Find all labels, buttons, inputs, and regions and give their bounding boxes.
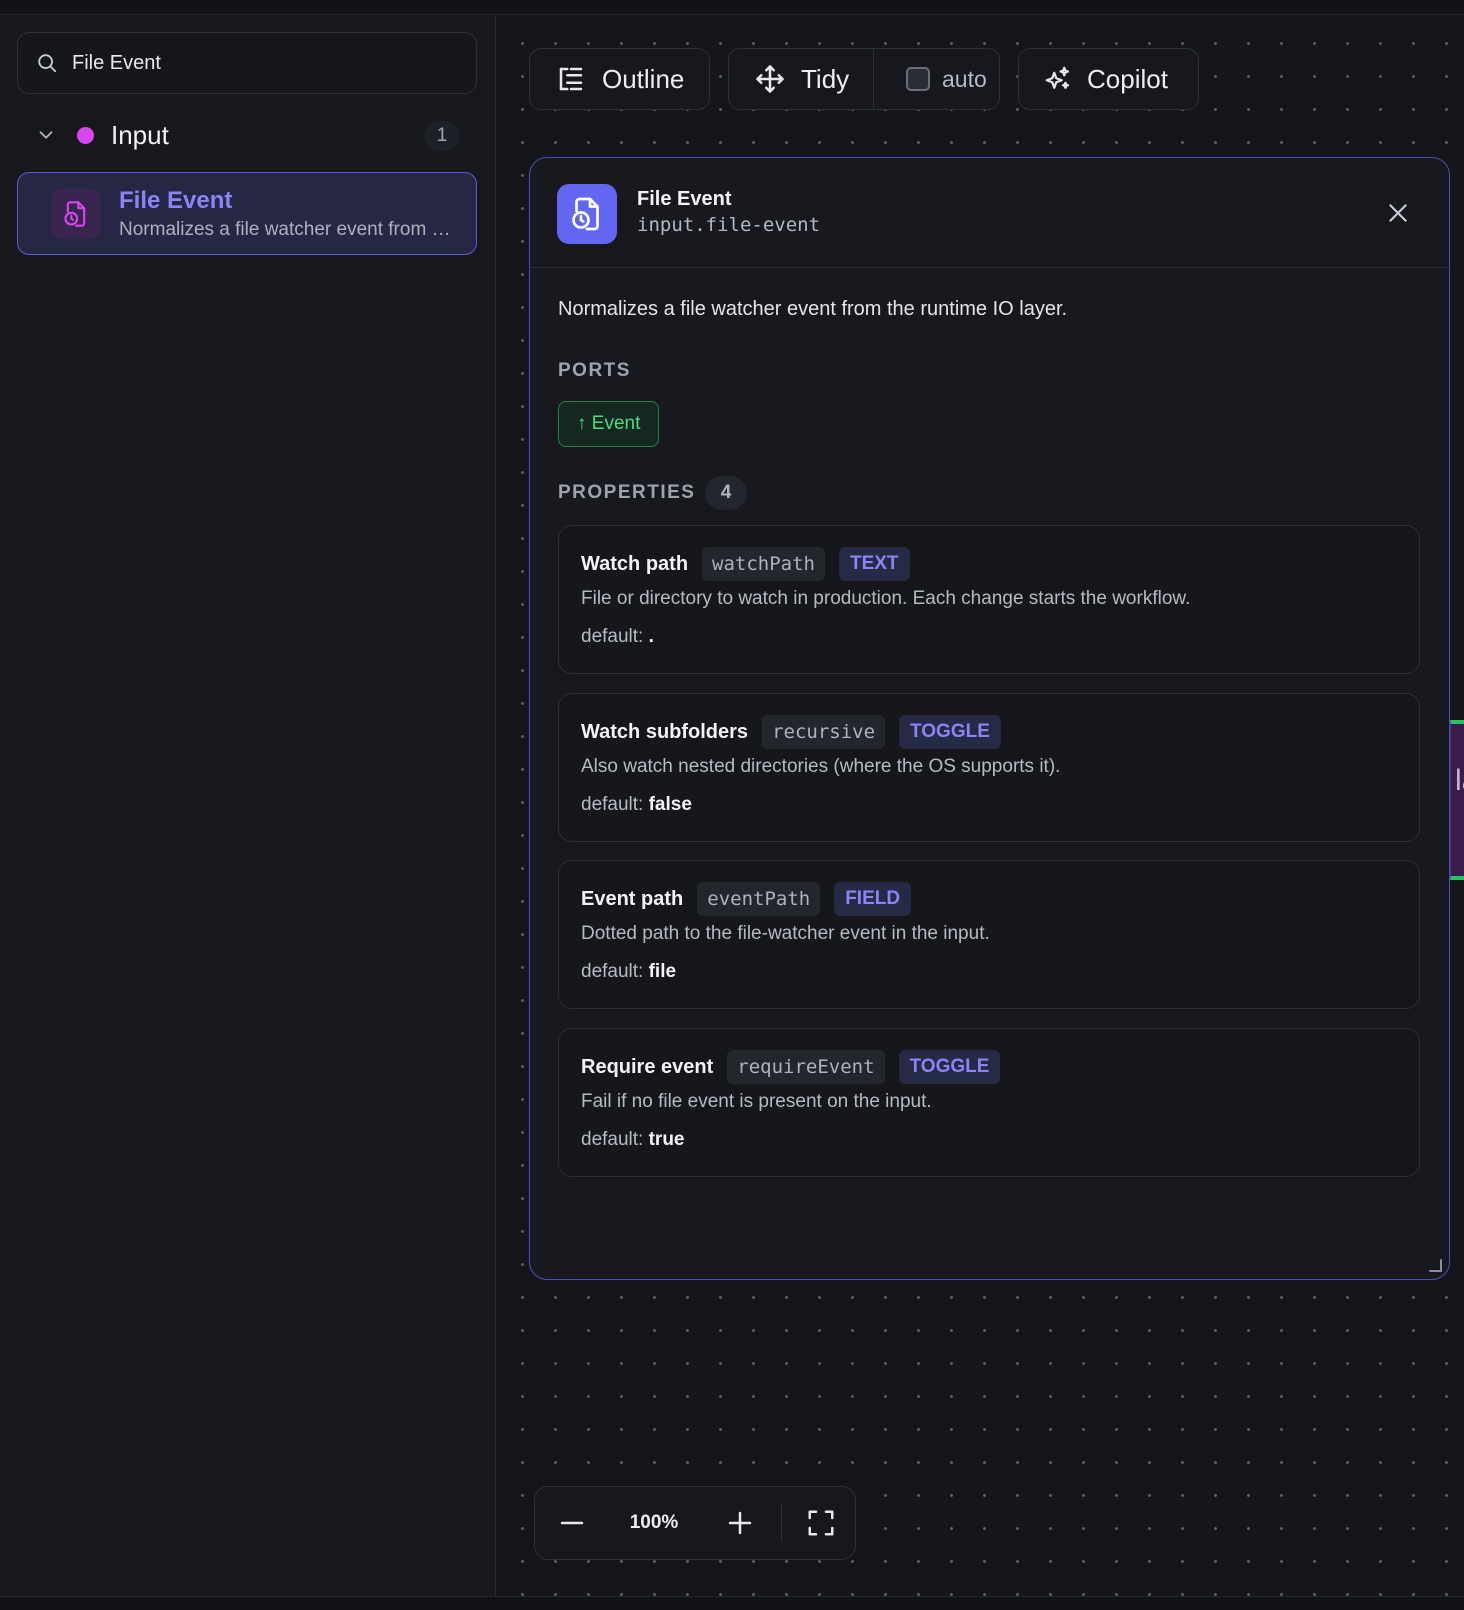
copilot-button[interactable]: Copilot — [1018, 48, 1199, 110]
property-key: requireEvent — [727, 1050, 885, 1084]
copilot-label: Copilot — [1087, 63, 1168, 94]
palette-item-file-event[interactable]: File Event Normalizes a file watcher eve… — [17, 172, 477, 255]
property-type-badge: FIELD — [834, 882, 912, 916]
search-value: File Event — [72, 51, 161, 74]
port-chip-event[interactable]: ↑ Event — [558, 401, 660, 447]
canvas-node-partial[interactable]: la — [1450, 720, 1464, 880]
outline-icon — [559, 67, 583, 91]
panel-title: File Event — [637, 188, 732, 210]
tidy-group: Tidy auto — [728, 48, 1000, 110]
sparkles-icon — [1045, 66, 1070, 89]
zoom-in-icon[interactable] — [725, 1508, 755, 1538]
fit-view-icon[interactable] — [806, 1508, 836, 1538]
palette-item-title: File Event — [119, 186, 233, 214]
move-icon — [756, 65, 784, 93]
property-card: Require event requireEvent TOGGLE Fail i… — [558, 1028, 1420, 1177]
outline-button[interactable]: Outline — [529, 48, 710, 110]
panel-type-id: input.file-event — [637, 214, 821, 236]
property-description: Also watch nested directories (where the… — [581, 756, 1061, 777]
file-clock-icon — [51, 188, 101, 239]
default-label: default: — [581, 794, 644, 815]
node-palette-sidebar: File Event Input 1 File Event Normalizes… — [0, 15, 496, 1596]
search-icon — [38, 54, 57, 73]
property-type-badge: TOGGLE — [898, 1050, 1001, 1084]
property-name: Require event — [581, 1055, 714, 1078]
palette-group-input[interactable]: Input 1 — [17, 113, 477, 157]
default-value: file — [648, 961, 677, 982]
tidy-label: Tidy — [801, 63, 850, 94]
property-type-badge: TOGGLE — [899, 715, 1001, 749]
palette-item-description: Normalizes a file watcher event from the… — [119, 218, 455, 240]
group-count-badge: 1 — [424, 121, 460, 151]
node-details-panel: File Event input.file-event Normalizes a… — [529, 157, 1450, 1280]
property-name: Watch path — [581, 552, 689, 575]
property-default: default: true — [581, 1129, 685, 1151]
property-default: default: . — [581, 626, 654, 648]
default-label: default: — [581, 1129, 644, 1150]
resize-handle-icon[interactable] — [1427, 1257, 1443, 1273]
default-value: false — [648, 794, 692, 815]
property-key: watchPath — [702, 547, 825, 581]
zoom-out-icon[interactable] — [557, 1508, 587, 1538]
default-value: true — [648, 1129, 685, 1150]
chevron-down-icon[interactable] — [35, 124, 57, 146]
zoom-controls: 100% — [534, 1486, 856, 1560]
auto-checkbox[interactable] — [906, 67, 930, 91]
properties-count-badge: 4 — [705, 476, 747, 510]
group-color-dot — [77, 126, 94, 144]
file-clock-icon — [557, 184, 617, 244]
property-card: Event path eventPath FIELD Dotted path t… — [558, 860, 1420, 1009]
window-top-bar — [0, 0, 1464, 15]
property-description: File or directory to watch in production… — [581, 588, 1191, 609]
property-card: Watch subfolders recursive TOGGLE Also w… — [558, 693, 1420, 842]
property-type-badge: TEXT — [838, 547, 910, 581]
canvas-node-label: la — [1455, 764, 1464, 797]
property-key: recursive — [762, 715, 886, 749]
outline-label: Outline — [602, 63, 685, 94]
search-input[interactable]: File Event — [17, 32, 477, 94]
tidy-button[interactable]: Tidy — [729, 49, 874, 109]
property-description: Dotted path to the file-watcher event in… — [581, 923, 990, 944]
ports-heading: PORTS — [558, 360, 631, 381]
group-label: Input — [111, 119, 169, 150]
panel-description: Normalizes a file watcher event from the… — [558, 298, 1068, 320]
property-name: Event path — [581, 887, 684, 910]
property-name: Watch subfolders — [581, 720, 749, 743]
zoom-level: 100% — [629, 1512, 679, 1533]
property-key: eventPath — [697, 882, 821, 916]
auto-tidy-toggle[interactable]: auto — [874, 49, 987, 109]
zoom-divider — [781, 1504, 782, 1542]
properties-heading: PROPERTIES — [558, 482, 696, 503]
default-value: . — [648, 626, 654, 647]
default-label: default: — [581, 626, 644, 647]
close-icon[interactable] — [1385, 200, 1411, 226]
auto-label: auto — [942, 65, 987, 92]
panel-header: File Event input.file-event — [530, 158, 1449, 268]
window-bottom-bar — [0, 1596, 1464, 1610]
property-default: default: file — [581, 961, 676, 983]
property-card: Watch path watchPath TEXT File or direct… — [558, 525, 1420, 674]
property-default: default: false — [581, 794, 692, 816]
default-label: default: — [581, 961, 644, 982]
workflow-canvas[interactable]: Outline Tidy auto Copilot la File Event … — [497, 15, 1464, 1596]
property-description: Fail if no file event is present on the … — [581, 1091, 932, 1112]
